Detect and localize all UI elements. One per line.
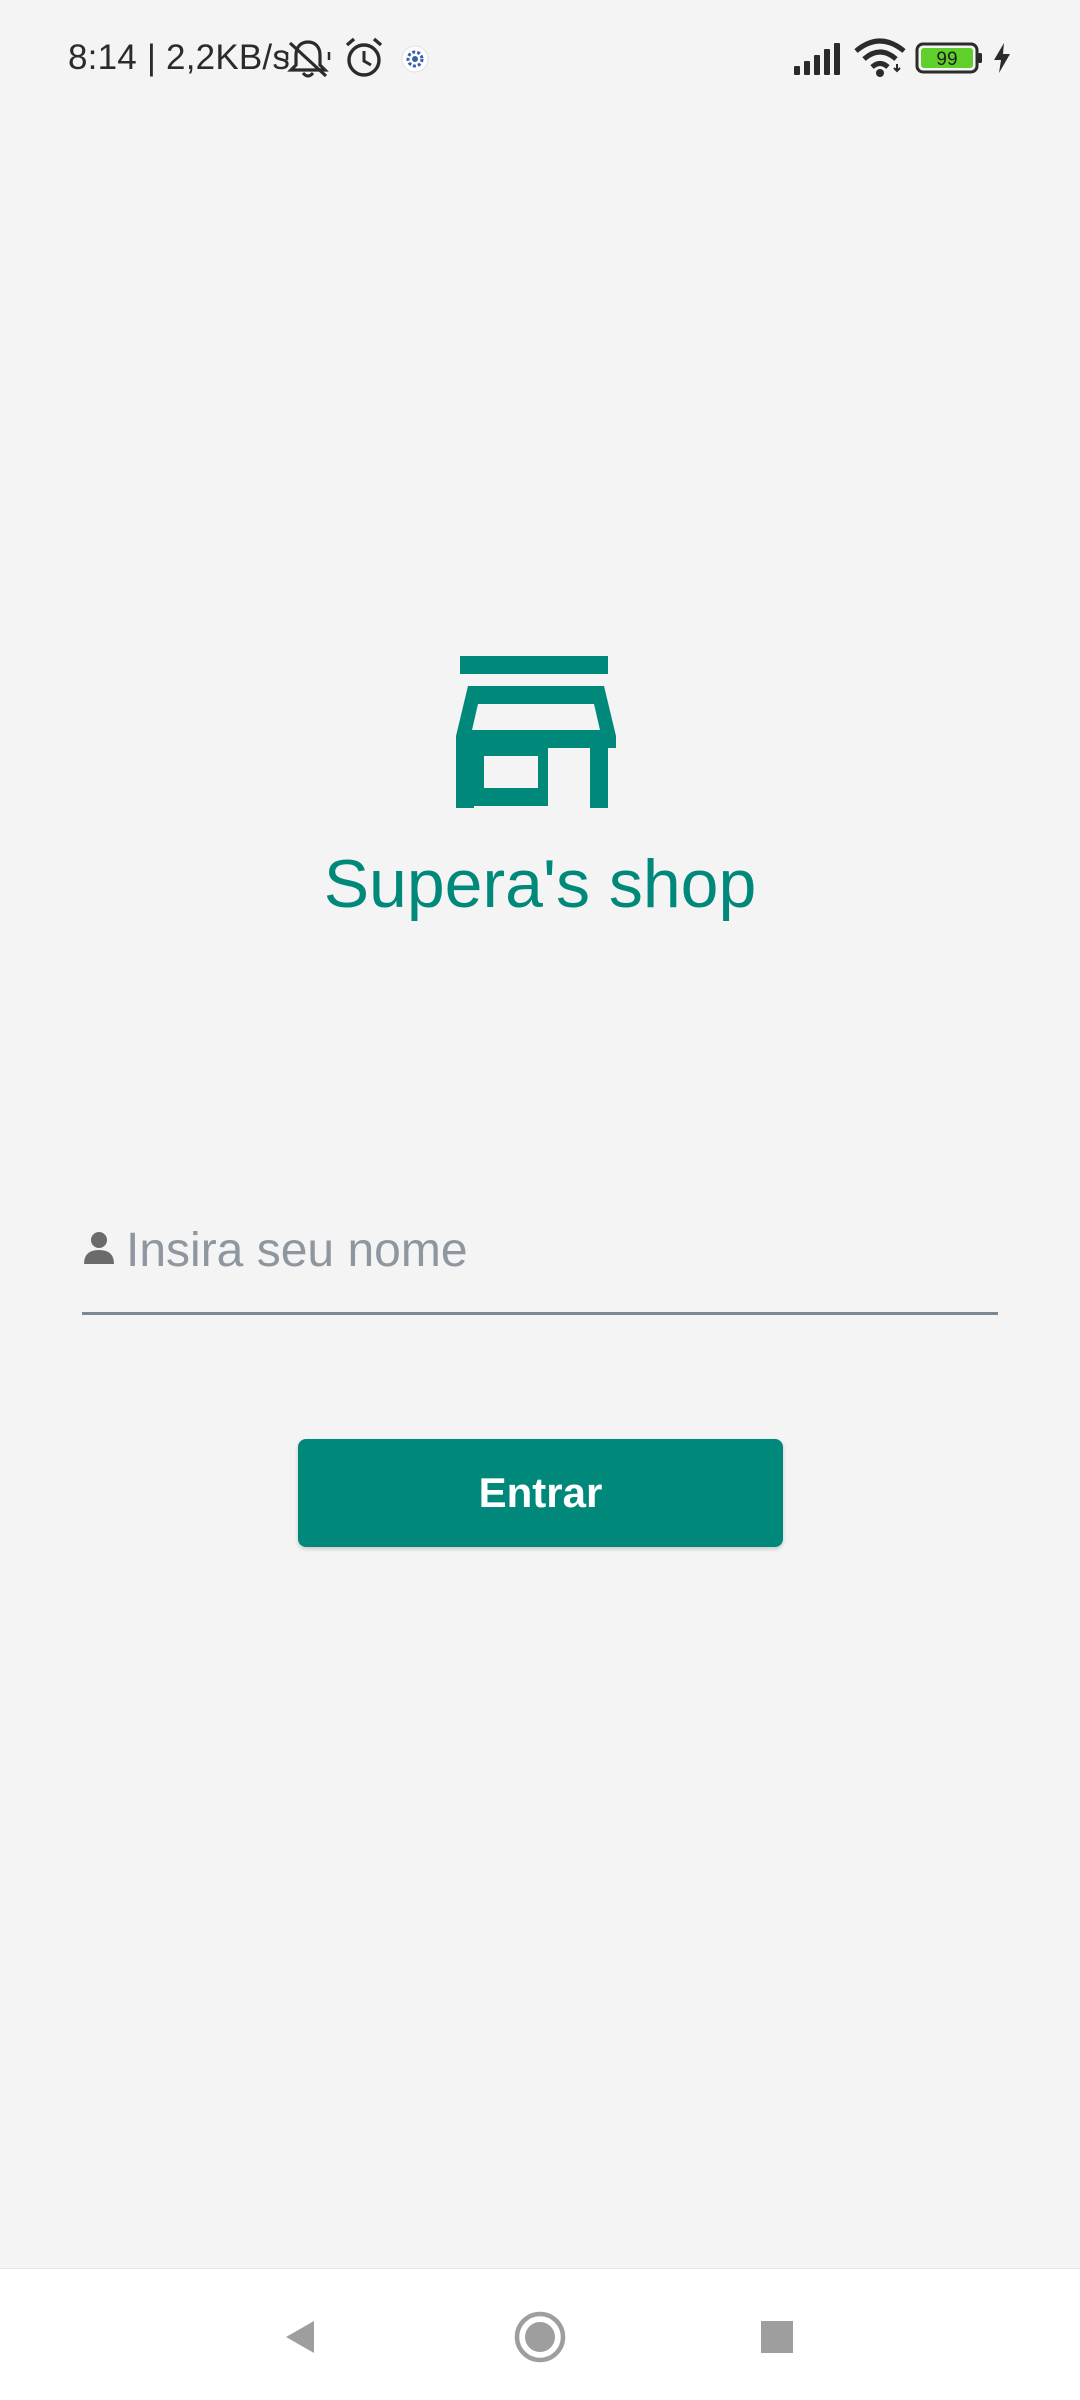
app-notification-icon xyxy=(400,44,430,78)
battery-level: 99 xyxy=(936,49,957,70)
login-screen: 8:14 | 2,2KB/s 99 Supera's shop Insira s… xyxy=(0,0,1080,2400)
name-field[interactable] xyxy=(82,1200,998,1315)
system-navigation-bar xyxy=(0,2268,1080,2400)
battery-icon: 99 xyxy=(915,42,985,78)
storefront-icon xyxy=(452,656,624,808)
wifi-icon xyxy=(854,38,906,82)
charging-icon xyxy=(992,42,1012,78)
alarm-icon xyxy=(343,36,385,84)
app-title: Supera's shop xyxy=(323,846,757,922)
person-icon xyxy=(82,1230,116,1266)
status-bar: 8:14 | 2,2KB/s 99 xyxy=(0,0,1080,118)
back-icon[interactable] xyxy=(270,2307,330,2367)
recents-icon[interactable] xyxy=(747,2307,807,2367)
name-input[interactable] xyxy=(126,1208,986,1292)
enter-button[interactable]: Entrar xyxy=(298,1439,783,1547)
signal-icon xyxy=(793,42,843,80)
status-time-network: 8:14 | 2,2KB/s xyxy=(68,38,291,77)
home-icon[interactable] xyxy=(510,2307,570,2367)
mute-bell-icon xyxy=(285,38,331,84)
